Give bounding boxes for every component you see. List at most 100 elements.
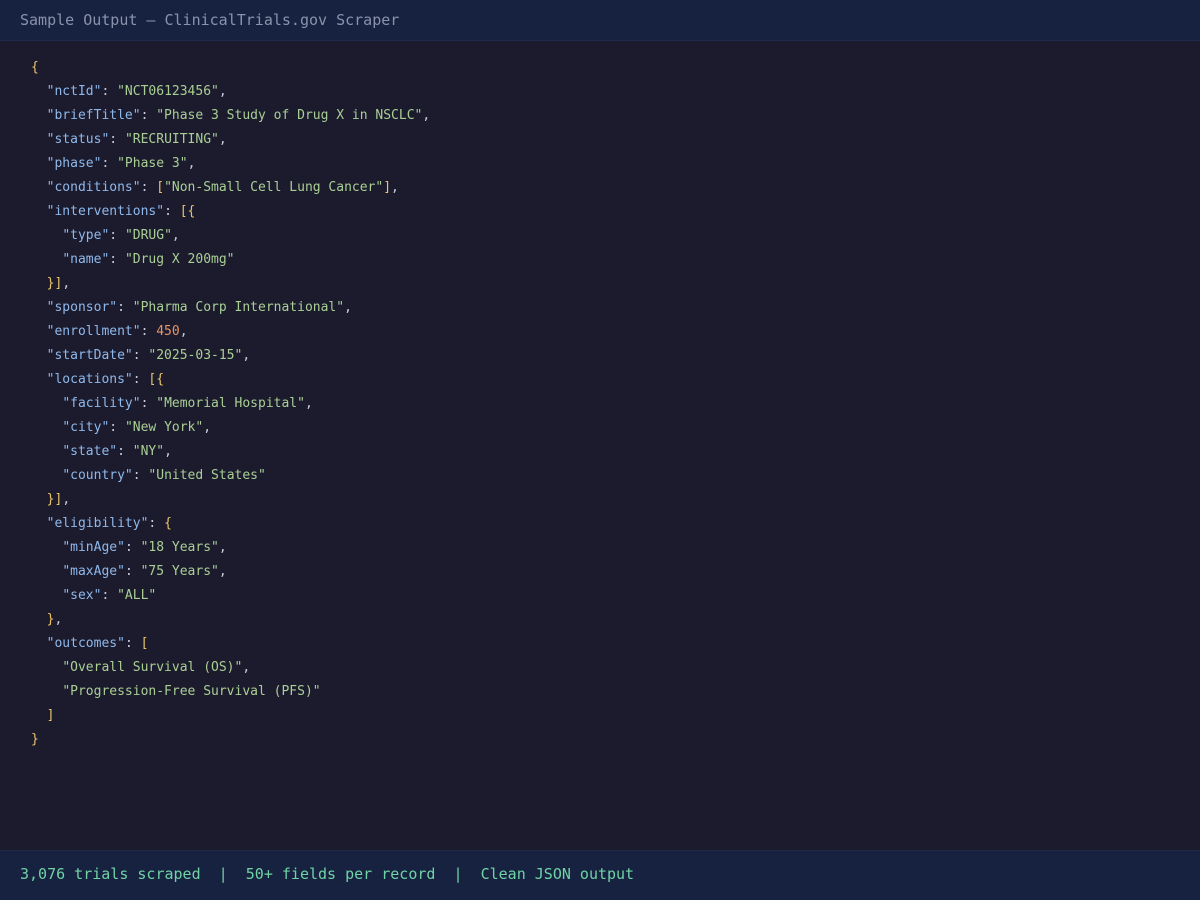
code-line: "outcomes": [ (31, 632, 1171, 656)
json-string: "2025-03-15" (148, 348, 243, 363)
json-key: "city" (62, 420, 110, 435)
json-bracket: { (31, 60, 39, 75)
json-string: "18 Years" (140, 540, 219, 555)
json-number: 450 (156, 324, 180, 339)
json-string: "NY" (132, 444, 165, 459)
json-punctuation: , (203, 420, 212, 435)
json-bracket: }] (46, 276, 63, 291)
code-line: "Progression-Free Survival (PFS)" (31, 680, 1171, 704)
json-punctuation: , (422, 108, 431, 123)
code-line: "name": "Drug X 200mg" (31, 248, 1171, 272)
footer-bar: 3,076 trials scraped | 50+ fields per re… (0, 850, 1200, 900)
code-line: "country": "United States" (31, 464, 1171, 488)
code-line: "phase": "Phase 3", (31, 152, 1171, 176)
json-bracket: [ (156, 180, 165, 195)
code-line: }, (31, 608, 1171, 632)
code-line: "sex": "ALL" (31, 584, 1171, 608)
json-bracket: ] (383, 180, 392, 195)
code-line: }], (31, 272, 1171, 296)
json-bracket: } (31, 732, 39, 747)
json-bracket: [{ (148, 372, 165, 387)
json-punctuation: , (344, 300, 352, 315)
code-line: "interventions": [{ (31, 200, 1171, 224)
json-punctuation: , (187, 156, 196, 171)
code-line: "sponsor": "Pharma Corp International", (31, 296, 1171, 320)
json-punctuation: , (171, 228, 180, 243)
json-punctuation: : (132, 348, 149, 363)
json-punctuation: : (124, 636, 141, 651)
json-key: "eligibility" (46, 516, 149, 531)
code-line: "maxAge": "75 Years", (31, 560, 1171, 584)
json-punctuation: , (391, 180, 399, 195)
code-line: "state": "NY", (31, 440, 1171, 464)
json-punctuation: , (304, 396, 313, 411)
json-punctuation: : (148, 516, 165, 531)
json-string: "Pharma Corp International" (132, 300, 345, 315)
json-string: "New York" (124, 420, 204, 435)
json-string: "Non-Small Cell Lung Cancer" (164, 180, 384, 195)
json-punctuation: : (140, 324, 157, 339)
json-punctuation: : (117, 300, 133, 315)
window-header: Sample Output — ClinicalTrials.gov Scrap… (0, 0, 1200, 41)
json-string: "ALL" (117, 588, 157, 603)
json-string: "Phase 3 Study of Drug X in NSCLC" (156, 108, 423, 123)
code-line: "type": "DRUG", (31, 224, 1171, 248)
json-key: "interventions" (46, 204, 165, 219)
json-punctuation: : (164, 204, 180, 219)
json-punctuation: : (101, 84, 118, 99)
json-bracket: { (164, 516, 172, 531)
json-punctuation: : (101, 156, 118, 171)
json-key: "maxAge" (62, 564, 125, 579)
code-line: { (31, 56, 1171, 80)
json-punctuation: , (218, 564, 227, 579)
json-punctuation: , (62, 276, 71, 291)
code-line: "conditions": ["Non-Small Cell Lung Canc… (31, 176, 1171, 200)
code-line: "facility": "Memorial Hospital", (31, 392, 1171, 416)
json-punctuation: , (218, 84, 227, 99)
json-bracket: ] (46, 708, 55, 723)
json-punctuation: : (109, 252, 125, 267)
code-line: "status": "RECRUITING", (31, 128, 1171, 152)
json-key: "state" (62, 444, 118, 459)
json-punctuation: : (140, 108, 157, 123)
code-line: "enrollment": 450, (31, 320, 1171, 344)
json-punctuation: : (124, 564, 141, 579)
code-line: "eligibility": { (31, 512, 1171, 536)
json-punctuation: : (132, 372, 149, 387)
json-bracket: [{ (179, 204, 196, 219)
json-key: "phase" (46, 156, 102, 171)
json-punctuation: : (132, 468, 149, 483)
json-key: "enrollment" (46, 324, 141, 339)
json-key: "conditions" (46, 180, 141, 195)
json-code-view: { "nctId": "NCT06123456", "briefTitle": … (31, 56, 1171, 752)
json-punctuation: : (109, 228, 125, 243)
json-punctuation: , (179, 324, 188, 339)
json-string: "Memorial Hospital" (156, 396, 305, 411)
window-title: Sample Output — ClinicalTrials.gov Scrap… (20, 11, 400, 29)
code-line: "startDate": "2025-03-15", (31, 344, 1171, 368)
json-key: "facility" (62, 396, 141, 411)
json-key: "type" (62, 228, 110, 243)
code-line: "city": "New York", (31, 416, 1171, 440)
code-line: } (31, 728, 1171, 752)
json-punctuation: : (101, 588, 118, 603)
json-key: "country" (62, 468, 133, 483)
json-punctuation: : (124, 540, 141, 555)
